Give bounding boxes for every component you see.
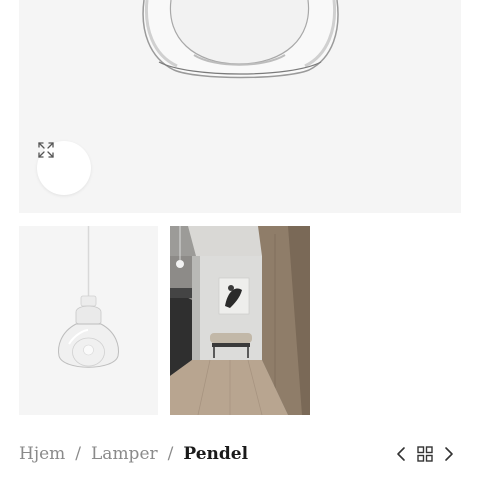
breadcrumb: Hjem / Lamper / Pendel [19, 442, 248, 466]
chevron-left-icon [397, 447, 405, 461]
breadcrumb-current: Pendel [183, 444, 249, 464]
chevron-right-icon [445, 447, 453, 461]
breadcrumb-separator: / [75, 444, 82, 464]
thumbnail-interior-scene[interactable] [170, 226, 310, 415]
expand-arrows-icon [38, 142, 54, 158]
previous-product-button[interactable] [391, 444, 411, 464]
grid-view-button[interactable] [415, 444, 435, 464]
breadcrumb-link-home[interactable]: Hjem [19, 444, 65, 464]
breadcrumb-link-lamps[interactable]: Lamper [91, 444, 158, 464]
breadcrumb-separator: / [167, 444, 174, 464]
pendant-lamp-image [58, 226, 119, 368]
next-product-button[interactable] [439, 444, 459, 464]
interior-hallway-image [170, 226, 310, 415]
thumbnail-pendant-lamp[interactable] [19, 226, 158, 415]
main-product-image[interactable] [19, 0, 461, 213]
zoom-button[interactable] [37, 141, 91, 195]
grid-icon [417, 446, 433, 462]
